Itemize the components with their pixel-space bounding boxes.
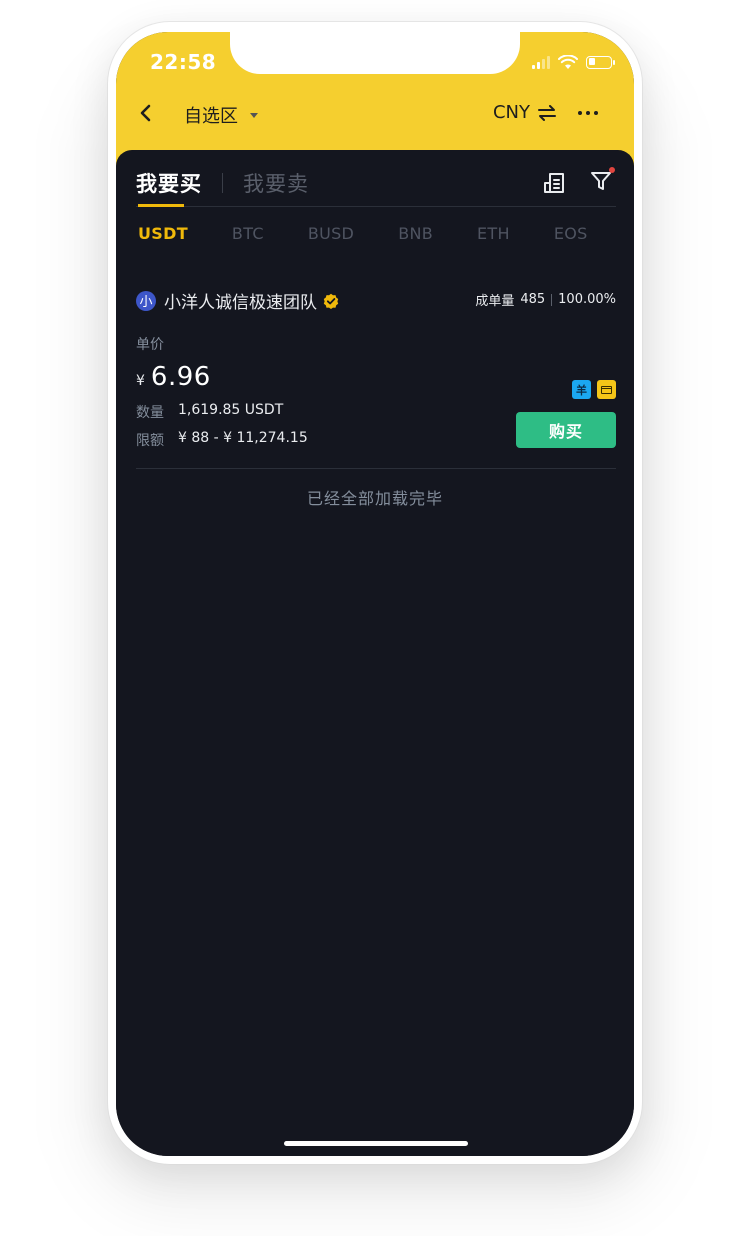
merchant-info[interactable]: 小 小洋人诚信极速团队 bbox=[136, 288, 339, 313]
tabs-divider bbox=[136, 206, 616, 207]
tab-divider bbox=[222, 173, 223, 193]
tab-buy[interactable]: 我要买 bbox=[136, 168, 202, 198]
phone-screen: 22:58 自选区 CNY 我要买 我要卖 USDT BTC BUSD BNB … bbox=[116, 32, 634, 1156]
price: ¥ 6.96 bbox=[136, 362, 211, 392]
payment-methods: 羊 bbox=[572, 380, 616, 399]
p2p-panel: 我要买 我要卖 USDT BTC BUSD BNB ETH EOS 小 小洋人诚… bbox=[116, 150, 634, 1156]
limit-value: ¥ 88 - ¥ 11,274.15 bbox=[178, 430, 308, 446]
bank-card-icon bbox=[597, 380, 616, 399]
orders-count: 485 bbox=[520, 292, 546, 307]
zone-title: 自选区 bbox=[184, 106, 238, 127]
status-time: 22:58 bbox=[150, 50, 217, 74]
filter-notification-dot bbox=[609, 167, 615, 173]
limit-label: 限额 bbox=[136, 433, 164, 449]
swap-arrows-icon bbox=[538, 104, 556, 121]
quantity-label: 数量 bbox=[136, 405, 164, 421]
buy-button[interactable]: 购买 bbox=[516, 412, 616, 448]
completion-rate: 100.00% bbox=[558, 292, 616, 307]
quantity-row: 数量 1,619.85 USDT bbox=[136, 402, 283, 422]
nav-bar: 自选区 CNY bbox=[116, 94, 634, 134]
list-divider bbox=[136, 468, 616, 469]
price-label: 单价 bbox=[136, 337, 164, 353]
orders-label: 成单量 bbox=[475, 294, 515, 309]
merchant-stats: 成单量 485 100.00% bbox=[475, 290, 616, 309]
more-menu-icon[interactable] bbox=[578, 104, 598, 122]
coin-tab-eos[interactable]: EOS bbox=[554, 224, 588, 243]
cellular-signal-icon bbox=[532, 55, 550, 69]
panel-tools bbox=[542, 167, 615, 196]
list-end-text: 已经全部加载完毕 bbox=[306, 489, 443, 508]
coin-tab-btc[interactable]: BTC bbox=[232, 224, 264, 243]
avatar: 小 bbox=[136, 290, 156, 311]
currency-switch[interactable]: CNY bbox=[493, 102, 556, 123]
coin-tab-busd[interactable]: BUSD bbox=[308, 224, 354, 243]
coin-tab-usdt[interactable]: USDT bbox=[138, 204, 188, 243]
verified-badge-icon bbox=[323, 293, 339, 309]
zone-selector[interactable]: 自选区 bbox=[184, 102, 258, 128]
caret-down-icon bbox=[250, 112, 258, 118]
notch bbox=[230, 32, 520, 74]
price-value: 6.96 bbox=[150, 362, 211, 392]
status-indicators bbox=[532, 52, 615, 72]
wifi-icon bbox=[558, 54, 578, 69]
coin-tabs: USDT BTC BUSD BNB ETH EOS bbox=[138, 204, 632, 243]
filter-button[interactable] bbox=[590, 167, 615, 196]
currency-label: CNY bbox=[492, 102, 530, 123]
merchant-name: 小洋人诚信极速团队 bbox=[164, 293, 317, 313]
orders-list-icon[interactable] bbox=[542, 172, 566, 194]
limit-row: 限额 ¥ 88 - ¥ 11,274.15 bbox=[136, 430, 308, 450]
wechat-pay-icon: 羊 bbox=[572, 380, 591, 399]
stats-divider bbox=[551, 293, 553, 306]
battery-icon bbox=[586, 55, 615, 69]
coin-tab-bnb[interactable]: BNB bbox=[398, 224, 433, 243]
quantity-value: 1,619.85 USDT bbox=[178, 402, 284, 418]
tab-sell[interactable]: 我要卖 bbox=[243, 168, 309, 198]
filter-icon bbox=[591, 172, 611, 190]
back-arrow-icon[interactable] bbox=[138, 102, 154, 124]
coin-tab-eth[interactable]: ETH bbox=[477, 224, 510, 243]
currency-symbol: ¥ bbox=[136, 373, 145, 389]
home-indicator bbox=[284, 1141, 468, 1146]
buy-sell-tabs: 我要买 我要卖 bbox=[136, 168, 309, 198]
